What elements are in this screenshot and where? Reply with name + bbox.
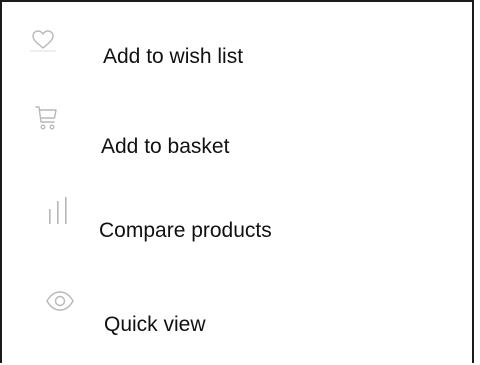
quick-view-item[interactable]: Quick view (2, 280, 462, 340)
heart-icon (30, 30, 56, 52)
product-actions-menu: Add to wish list Add to basket Compare p… (0, 0, 474, 363)
quick-view-label: Quick view (104, 313, 206, 336)
compare-products-label: Compare products (99, 219, 272, 242)
add-to-wish-list-item[interactable]: Add to wish list (2, 24, 462, 84)
eye-icon (46, 291, 74, 311)
compare-products-item[interactable]: Compare products (2, 187, 462, 247)
compare-bars-icon (49, 197, 67, 224)
add-to-basket-label: Add to basket (101, 135, 230, 158)
add-to-basket-item[interactable]: Add to basket (2, 102, 462, 162)
cart-icon (35, 106, 57, 130)
add-to-wish-list-label: Add to wish list (103, 45, 244, 68)
